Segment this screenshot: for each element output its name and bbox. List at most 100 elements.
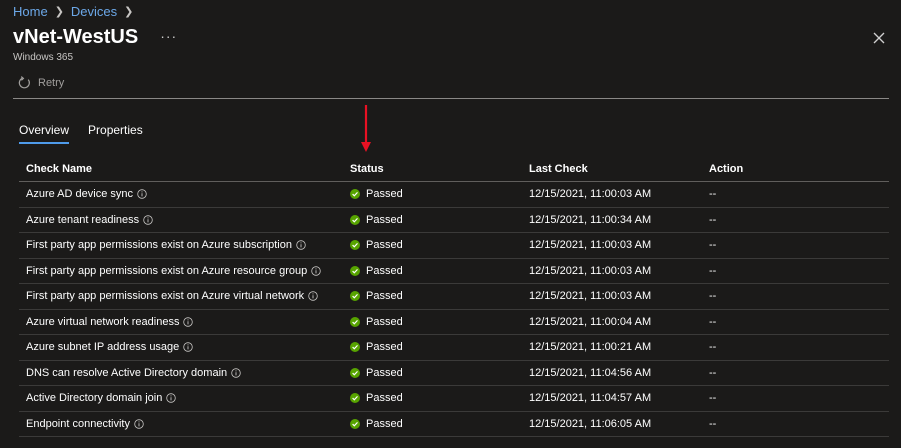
close-icon[interactable] [871, 30, 887, 46]
check-name: Azure AD device sync [26, 188, 133, 201]
action-cell: -- [709, 290, 717, 303]
check-name-cell: First party app permissions exist on Azu… [19, 265, 343, 277]
status-text: Passed [366, 341, 403, 354]
status-cell: Passed [343, 214, 523, 226]
status-text: Passed [366, 392, 403, 405]
status-cell: Passed [343, 341, 523, 353]
retry-label: Retry [38, 77, 65, 89]
last-check-cell: 12/15/2021, 11:00:34 AM [529, 213, 652, 226]
table-row[interactable]: Endpoint connectivity Passed 12/15/2021, 1… [19, 412, 889, 437]
info-icon[interactable] [296, 240, 306, 250]
page-title: vNet-WestUS [13, 26, 139, 48]
info-icon[interactable] [311, 266, 321, 276]
action-cell: -- [709, 341, 717, 354]
info-icon[interactable] [134, 419, 144, 429]
action-cell: -- [709, 239, 717, 252]
table-row[interactable]: First party app permissions exist on Azu… [19, 259, 889, 284]
info-icon[interactable] [183, 317, 194, 327]
status-text: Passed [366, 417, 403, 430]
checkmark-circle-icon [350, 189, 360, 200]
last-check-cell: 12/15/2021, 11:00:21 AM [529, 341, 652, 354]
check-name-cell: Azure tenant readiness [19, 214, 343, 226]
status-cell: Passed [343, 316, 523, 328]
column-header-status[interactable]: Status [343, 163, 523, 175]
red-arrow-icon [361, 105, 371, 152]
check-name-cell: Azure AD device sync [19, 188, 343, 200]
tab-properties[interactable]: Properties [88, 123, 143, 144]
info-icon[interactable] [166, 393, 177, 403]
more-options-button[interactable]: ··· [160, 28, 177, 44]
info-icon[interactable] [231, 368, 241, 378]
breadcrumb: Home ❯ Devices ❯ [13, 4, 140, 19]
page-subtitle: Windows 365 [13, 52, 74, 63]
table-row[interactable]: Azure virtual network readiness Passed 12/… [19, 310, 889, 335]
status-text: Passed [366, 264, 403, 277]
action-cell: -- [709, 392, 717, 405]
retry-button[interactable]: Retry [17, 76, 64, 90]
status-cell: Passed [343, 418, 523, 430]
checkmark-circle-icon [350, 367, 360, 378]
table-row[interactable]: Azure subnet IP address usage Passed 12/15… [19, 335, 889, 361]
check-name-cell: Azure virtual network readiness [19, 316, 343, 328]
status-text: Passed [366, 213, 403, 226]
last-check-cell: 12/15/2021, 11:00:03 AM [529, 188, 652, 201]
title-row: vNet-WestUS ··· [13, 26, 177, 49]
check-name-cell: Endpoint connectivity [19, 418, 343, 430]
check-name-cell: First party app permissions exist on Azu… [19, 239, 343, 251]
checkmark-circle-icon [350, 342, 360, 353]
status-cell: Passed [343, 188, 523, 200]
checkmark-circle-icon [350, 214, 360, 225]
table-row[interactable]: Active Directory domain join Passed 12/15/… [19, 386, 889, 412]
status-cell: Passed [343, 239, 523, 251]
status-text: Passed [366, 188, 403, 201]
tab-overview[interactable]: Overview [19, 123, 70, 144]
check-name: DNS can resolve Active Directory domain [26, 366, 228, 379]
refresh-icon [18, 76, 30, 89]
table-row[interactable]: First party app permissions exist on Azu… [19, 284, 889, 310]
status-text: Passed [366, 315, 403, 328]
check-name: First party app permissions exist on Azu… [26, 239, 292, 252]
last-check-cell: 12/15/2021, 11:00:03 AM [529, 290, 652, 303]
health-checks-table: Check Name Status Last Check Action Azur… [19, 156, 889, 437]
checkmark-circle-icon [350, 240, 360, 251]
column-header-check-name[interactable]: Check Name [19, 163, 343, 175]
check-name-cell: DNS can resolve Active Directory domain [19, 367, 343, 379]
info-icon[interactable] [183, 342, 193, 352]
check-name: Azure tenant readiness [26, 213, 140, 226]
check-name: Azure subnet IP address usage [26, 341, 180, 354]
checkmark-circle-icon [350, 316, 360, 327]
table-row[interactable]: Azure AD device sync Passed 12/15/2021, 11… [19, 182, 889, 208]
chevron-right-icon: ❯ [54, 6, 64, 18]
info-icon[interactable] [143, 215, 153, 225]
action-cell: -- [709, 315, 717, 328]
status-cell: Passed [343, 290, 523, 302]
breadcrumb-devices-link[interactable]: Devices [71, 4, 117, 19]
status-text: Passed [366, 366, 403, 379]
action-cell: -- [709, 264, 717, 277]
column-header-action[interactable]: Action [703, 163, 889, 175]
status-text: Passed [366, 290, 403, 303]
table-body: Azure AD device sync Passed 12/15/2021, 11… [19, 182, 889, 437]
info-icon[interactable] [137, 189, 147, 199]
check-name-cell: First party app permissions exist on Azu… [19, 290, 343, 302]
last-check-cell: 12/15/2021, 11:00:03 AM [529, 239, 652, 252]
check-name: First party app permissions exist on Azu… [26, 290, 305, 303]
status-text: Passed [366, 239, 403, 252]
check-name: Azure virtual network readiness [26, 315, 180, 328]
action-cell: -- [709, 188, 717, 201]
checkmark-circle-icon [350, 291, 360, 302]
check-name: First party app permissions exist on Azu… [26, 264, 308, 277]
action-cell: -- [709, 366, 717, 379]
checkmark-circle-icon [350, 265, 360, 276]
table-row[interactable]: DNS can resolve Active Directory domain P… [19, 361, 889, 386]
table-row[interactable]: First party app permissions exist on Azu… [19, 233, 889, 259]
column-header-last-check[interactable]: Last Check [523, 163, 703, 175]
table-row[interactable]: Azure tenant readiness Passed 12/15/2021, … [19, 208, 889, 233]
check-name: Endpoint connectivity [26, 417, 130, 430]
last-check-cell: 12/15/2021, 11:04:56 AM [529, 366, 652, 379]
toolbar-divider [13, 98, 889, 99]
breadcrumb-home-link[interactable]: Home [13, 4, 48, 19]
info-icon[interactable] [308, 291, 318, 301]
checkmark-circle-icon [350, 418, 360, 429]
check-name: Active Directory domain join [26, 392, 163, 405]
